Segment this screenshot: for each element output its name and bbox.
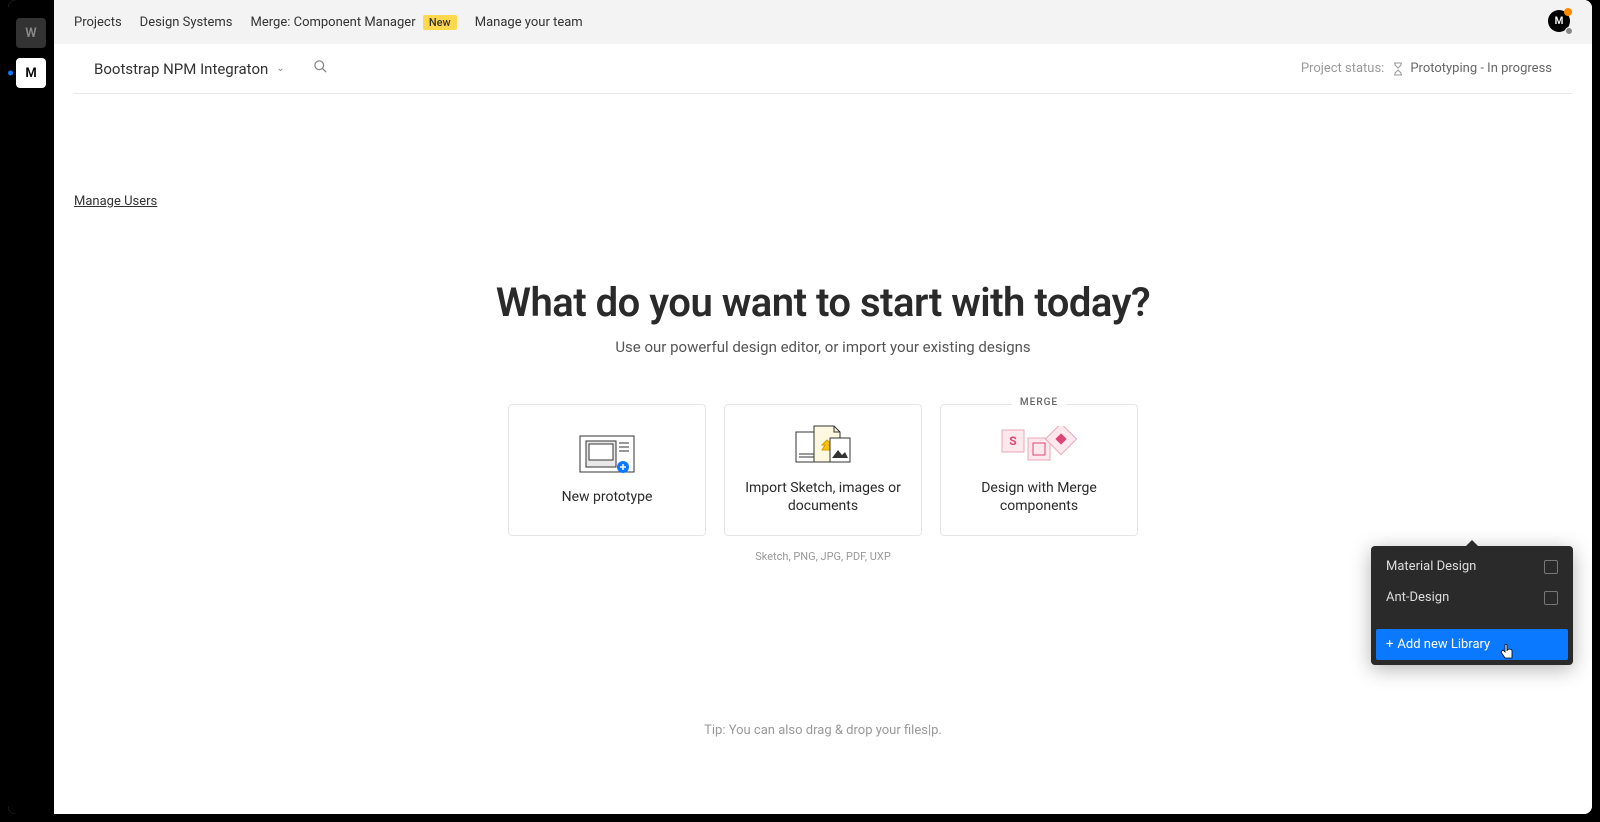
import-formats: Sketch, PNG, JPG, PDF, UXP [755, 550, 891, 563]
top-nav: Projects Design Systems Merge: Component… [54, 0, 1592, 44]
status-text: Prototyping - In progress [1410, 61, 1552, 76]
nav-merge-label: Merge: Component Manager [251, 15, 416, 30]
project-status-label: Project status: [1301, 61, 1385, 76]
new-badge: New [423, 15, 457, 30]
library-icon [1544, 560, 1558, 574]
gear-icon [1565, 27, 1573, 35]
prototype-icon [579, 434, 635, 474]
project-title-dropdown[interactable]: Bootstrap NPM Integraton ⌄ [94, 60, 285, 78]
nav-projects[interactable]: Projects [74, 15, 122, 30]
library-icon [1544, 591, 1558, 605]
import-icon [794, 425, 852, 465]
dropdown-item-ant-design[interactable]: Ant-Design [1376, 582, 1568, 613]
user-avatar[interactable]: M [1548, 10, 1570, 32]
workspace-switcher-item[interactable]: W [16, 18, 46, 48]
project-status-value[interactable]: Prototyping - In progress [1392, 61, 1552, 76]
chevron-down-icon: ⌄ [276, 63, 284, 74]
hero-subtitle: Use our powerful design editor, or impor… [74, 338, 1572, 356]
project-bar: Bootstrap NPM Integraton ⌄ Project statu… [74, 44, 1572, 94]
notification-dot-icon [1564, 8, 1572, 16]
project-title-label: Bootstrap NPM Integraton [94, 60, 268, 78]
workspace-rail: W M [8, 0, 54, 814]
card-new-prototype[interactable]: New prototype [508, 404, 706, 536]
dropdown-item-label: Ant-Design [1386, 590, 1449, 605]
avatar-initial: M [1555, 16, 1564, 27]
card-label: Design with Merge components [941, 479, 1137, 515]
svg-text:S: S [1009, 434, 1016, 448]
search-icon[interactable] [313, 59, 328, 78]
nav-merge[interactable]: Merge: Component Manager New [251, 15, 457, 30]
hourglass-icon [1392, 62, 1404, 76]
merge-library-dropdown: Material Design Ant-Design + Add new Lib… [1371, 546, 1573, 665]
add-library-label: Add new Library [1397, 637, 1490, 652]
add-new-library-button[interactable]: + Add new Library [1376, 629, 1568, 660]
cursor-hand-icon [1500, 644, 1514, 664]
card-import[interactable]: Import Sketch, images or documents [724, 404, 922, 536]
card-label: Import Sketch, images or documents [725, 479, 921, 515]
tip-text: Tip: You can also drag & drop your files… [74, 723, 1572, 738]
nav-design-systems[interactable]: Design Systems [140, 15, 233, 30]
nav-manage-team[interactable]: Manage your team [475, 15, 583, 30]
dropdown-item-label: Material Design [1386, 559, 1476, 574]
merge-badge: MERGE [1012, 397, 1066, 408]
plus-icon: + [1386, 637, 1393, 652]
manage-users-link[interactable]: Manage Users [74, 194, 157, 209]
hero-title: What do you want to start with today? [74, 279, 1572, 326]
card-merge-components[interactable]: MERGE S Design with Merge compo [940, 404, 1138, 536]
dropdown-item-material-design[interactable]: Material Design [1376, 551, 1568, 582]
merge-components-icon: S [1000, 425, 1078, 465]
workspace-switcher-item-active[interactable]: M [16, 58, 46, 88]
card-label: New prototype [550, 488, 665, 506]
